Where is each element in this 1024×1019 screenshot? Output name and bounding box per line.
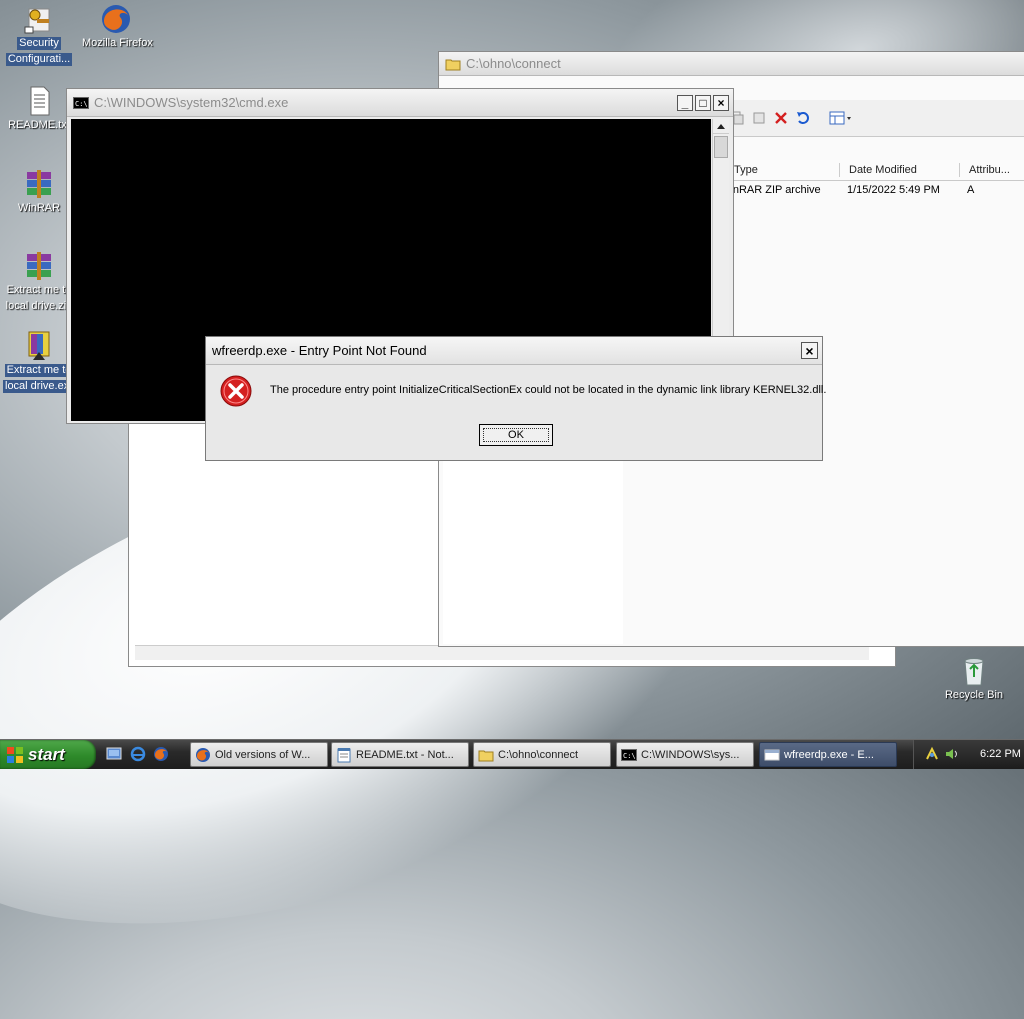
desktop-icon-security-config[interactable]: Security Configurati...: [3, 3, 75, 69]
taskbar-item[interactable]: C:\ohno\connect: [473, 742, 611, 767]
explorer-titlebar[interactable]: C:\ohno\connect: [439, 52, 1024, 76]
horizontal-scrollbar[interactable]: [135, 645, 869, 660]
explorer-title: C:\ohno\connect: [466, 56, 561, 71]
taskbar-item[interactable]: Old versions of W...: [190, 742, 328, 767]
desktop-icon-extract-exe[interactable]: Extract me to local drive.exe: [3, 330, 78, 396]
tray-volume-icon[interactable]: [944, 746, 960, 762]
folder-icon: [445, 57, 461, 71]
taskbar-item-active[interactable]: wfreerdp.exe - E...: [759, 742, 897, 767]
desktop-icon-label: README.txt: [8, 119, 70, 131]
minimize-button[interactable]: _: [677, 94, 693, 111]
ok-button-label: OK: [483, 428, 549, 442]
desktop-icon-extract-zip[interactable]: Extract me to local drive.zip: [3, 250, 75, 316]
start-button[interactable]: start: [0, 740, 96, 769]
desktop-icon-label: Security: [17, 37, 61, 50]
internet-explorer-icon[interactable]: [130, 746, 146, 762]
maximize-button[interactable]: □: [695, 94, 711, 111]
desktop-icon-label: Recycle Bin: [944, 689, 1004, 701]
cmd-titlebar[interactable]: C:\ C:\WINDOWS\system32\cmd.exe _ □ ×: [67, 89, 733, 117]
folder-icon: [478, 747, 494, 763]
taskbar-item-label: C:\WINDOWS\sys...: [641, 748, 740, 761]
desktop-icon-readme[interactable]: README.txt: [3, 85, 75, 135]
firefox-icon: [195, 747, 211, 763]
svg-text:C:\: C:\: [623, 752, 636, 760]
recycle-bin-icon: [958, 655, 990, 687]
error-icon: [220, 375, 252, 407]
show-desktop-icon[interactable]: [106, 746, 122, 762]
taskbar-item[interactable]: README.txt - Not...: [331, 742, 469, 767]
taskbar-item-label: README.txt - Not...: [356, 748, 454, 761]
dialog-window-icon: [764, 747, 780, 763]
delete-icon[interactable]: [773, 110, 789, 126]
file-type: WinRAR ZIP archive: [720, 184, 821, 196]
taskbar-item-label: wfreerdp.exe - E...: [784, 748, 874, 761]
undo-icon[interactable]: [795, 110, 811, 126]
column-type[interactable]: Type: [734, 164, 758, 176]
column-date-modified[interactable]: Date Modified: [849, 164, 917, 176]
desktop-icon-label: Extract me to: [6, 284, 72, 296]
taskbar-item-label: Old versions of W...: [215, 748, 311, 761]
move-icon[interactable]: [751, 110, 767, 126]
dialog-close-button[interactable]: ×: [801, 342, 818, 359]
winrar-icon: [23, 168, 55, 200]
scroll-thumb[interactable]: [714, 136, 728, 158]
desktop-icon-winrar[interactable]: WinRAR: [3, 168, 75, 218]
cmd-icon: C:\: [73, 96, 89, 109]
text-file-icon: [23, 85, 55, 117]
cmd-icon: C:\: [621, 747, 637, 763]
start-label: start: [28, 744, 65, 764]
windows-logo-icon: [6, 746, 24, 764]
sfx-archive-icon: [23, 330, 55, 362]
close-button[interactable]: ×: [713, 94, 729, 111]
file-attributes: A: [967, 184, 975, 196]
desktop-icon-recycle-bin[interactable]: Recycle Bin: [938, 655, 1010, 705]
system-tray: 6:22 PM: [913, 740, 1024, 769]
cmd-title: C:\WINDOWS\system32\cmd.exe: [94, 95, 289, 110]
firefox-icon: [100, 3, 132, 35]
column-attributes[interactable]: Attribu...: [969, 164, 1010, 176]
dialog-titlebar[interactable]: wfreerdp.exe - Entry Point Not Found ×: [206, 337, 822, 365]
taskbar-item[interactable]: C:\ C:\WINDOWS\sys...: [616, 742, 754, 767]
desktop-icon-label: Extract me to: [4, 364, 74, 377]
ok-button[interactable]: OK: [479, 424, 553, 446]
scroll-up-arrow-icon[interactable]: [713, 119, 729, 134]
desktop-icon-label: Mozilla Firefox: [82, 37, 153, 49]
desktop-icon-label: local drive.zip: [5, 300, 73, 312]
error-dialog[interactable]: wfreerdp.exe - Entry Point Not Found × T…: [205, 336, 827, 461]
zip-archive-icon: [23, 250, 55, 282]
svg-text:C:\: C:\: [75, 100, 88, 108]
error-message: The procedure entry point InitializeCrit…: [270, 384, 827, 396]
firefox-quicklaunch-icon[interactable]: [153, 746, 169, 762]
security-config-icon: [23, 3, 55, 35]
taskbar-item-label: C:\ohno\connect: [498, 748, 579, 761]
taskbar: start Old versions of W... README.txt - …: [0, 739, 1024, 769]
dialog-title: wfreerdp.exe - Entry Point Not Found: [212, 343, 427, 358]
notepad-icon: [336, 747, 352, 763]
desktop-icon-label: Configurati...: [5, 53, 73, 66]
desktop-icon-firefox[interactable]: Mozilla Firefox: [80, 3, 153, 53]
views-icon[interactable]: [829, 110, 853, 126]
file-date: 1/15/2022 5:49 PM: [847, 184, 940, 196]
clock[interactable]: 6:22 PM: [980, 748, 1021, 760]
desktop-icon-label: WinRAR: [17, 202, 61, 214]
tray-network-icon[interactable]: [924, 746, 940, 762]
